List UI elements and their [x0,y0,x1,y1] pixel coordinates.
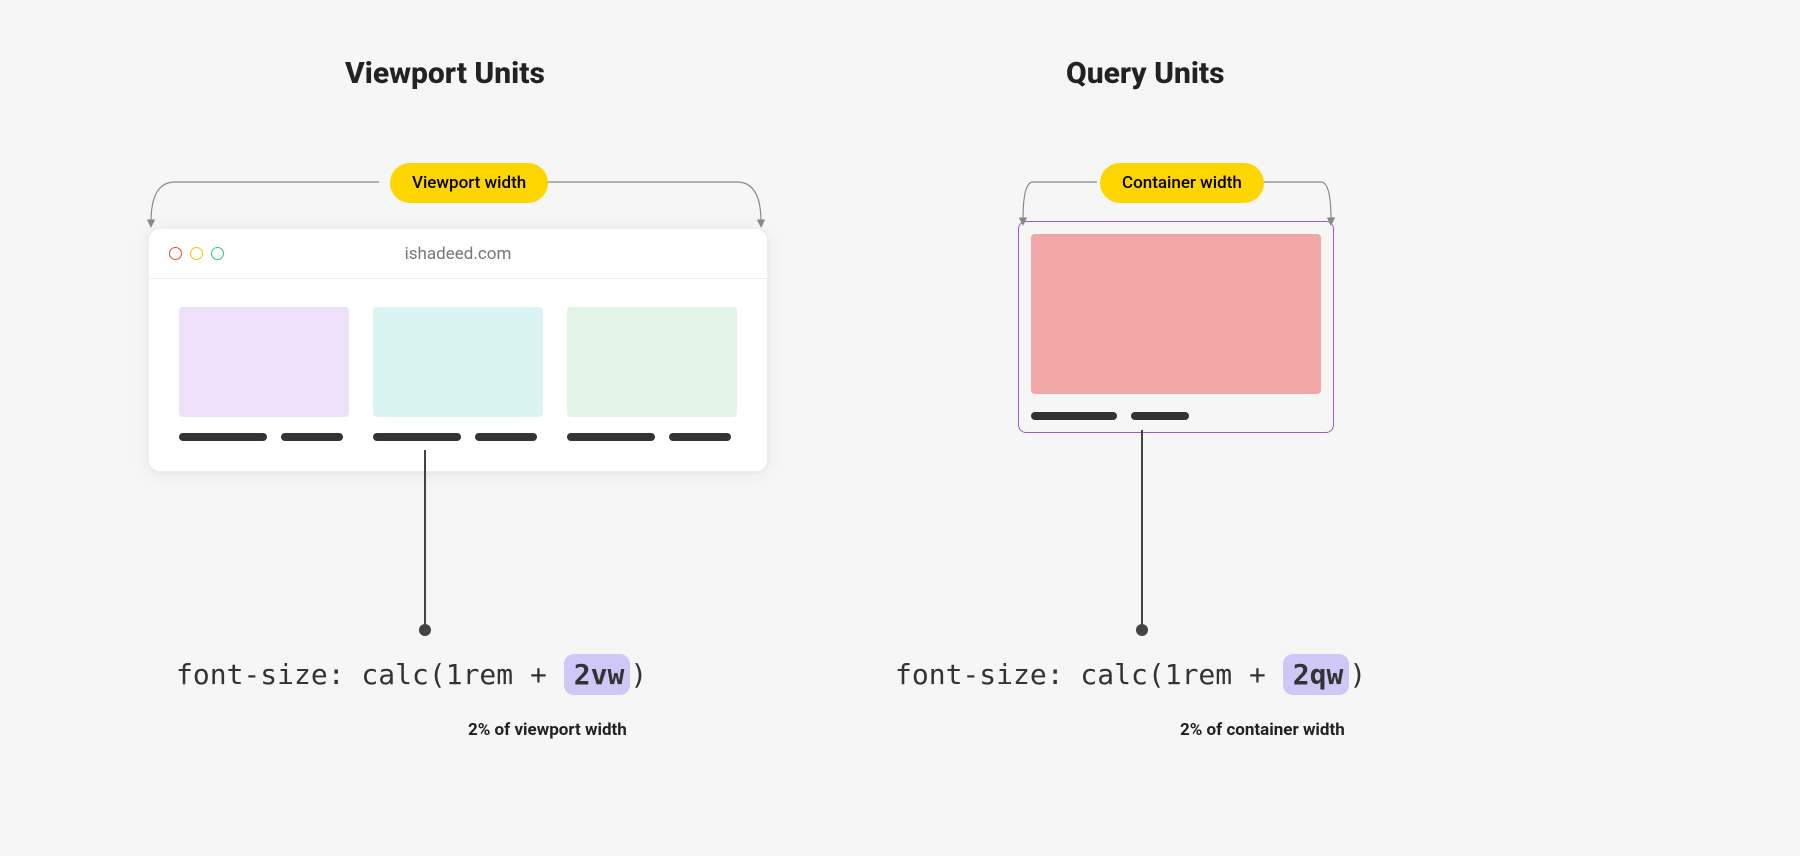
container-subcaption: 2% of container width [1180,720,1345,740]
card [567,307,737,441]
card-text-placeholder [373,433,543,441]
viewport-width-label: Viewport width [390,163,548,203]
card-thumb [373,307,543,417]
card-text-placeholder [567,433,737,441]
card-text-placeholder [179,433,349,441]
code-prefix: font-size: calc(1rem + [176,658,564,691]
container-mockup [1018,221,1334,433]
container-connector-line [1141,430,1143,630]
container-width-label: Container width [1100,163,1264,203]
browser-titlebar: ishadeed.com [149,229,767,279]
card [373,307,543,441]
container-image [1031,234,1321,394]
code-suffix: ) [1349,658,1366,691]
card-row [149,279,767,471]
browser-url: ishadeed.com [149,244,767,264]
code-prefix: font-size: calc(1rem + [895,658,1283,691]
container-unit-highlight: 2qw [1283,654,1350,695]
viewport-unit-highlight: 2vw [564,654,631,695]
viewport-code: font-size: calc(1rem + 2vw) [176,658,647,691]
browser-mockup: ishadeed.com [148,228,768,472]
viewport-connector-line [424,450,426,630]
code-suffix: ) [630,658,647,691]
card [179,307,349,441]
card-thumb [179,307,349,417]
container-text-placeholder [1031,412,1321,420]
container-code: font-size: calc(1rem + 2qw) [895,658,1366,691]
query-units-heading: Query Units [1066,56,1225,91]
card-thumb [567,307,737,417]
viewport-units-heading: Viewport Units [345,56,545,91]
viewport-subcaption: 2% of viewport width [468,720,627,740]
